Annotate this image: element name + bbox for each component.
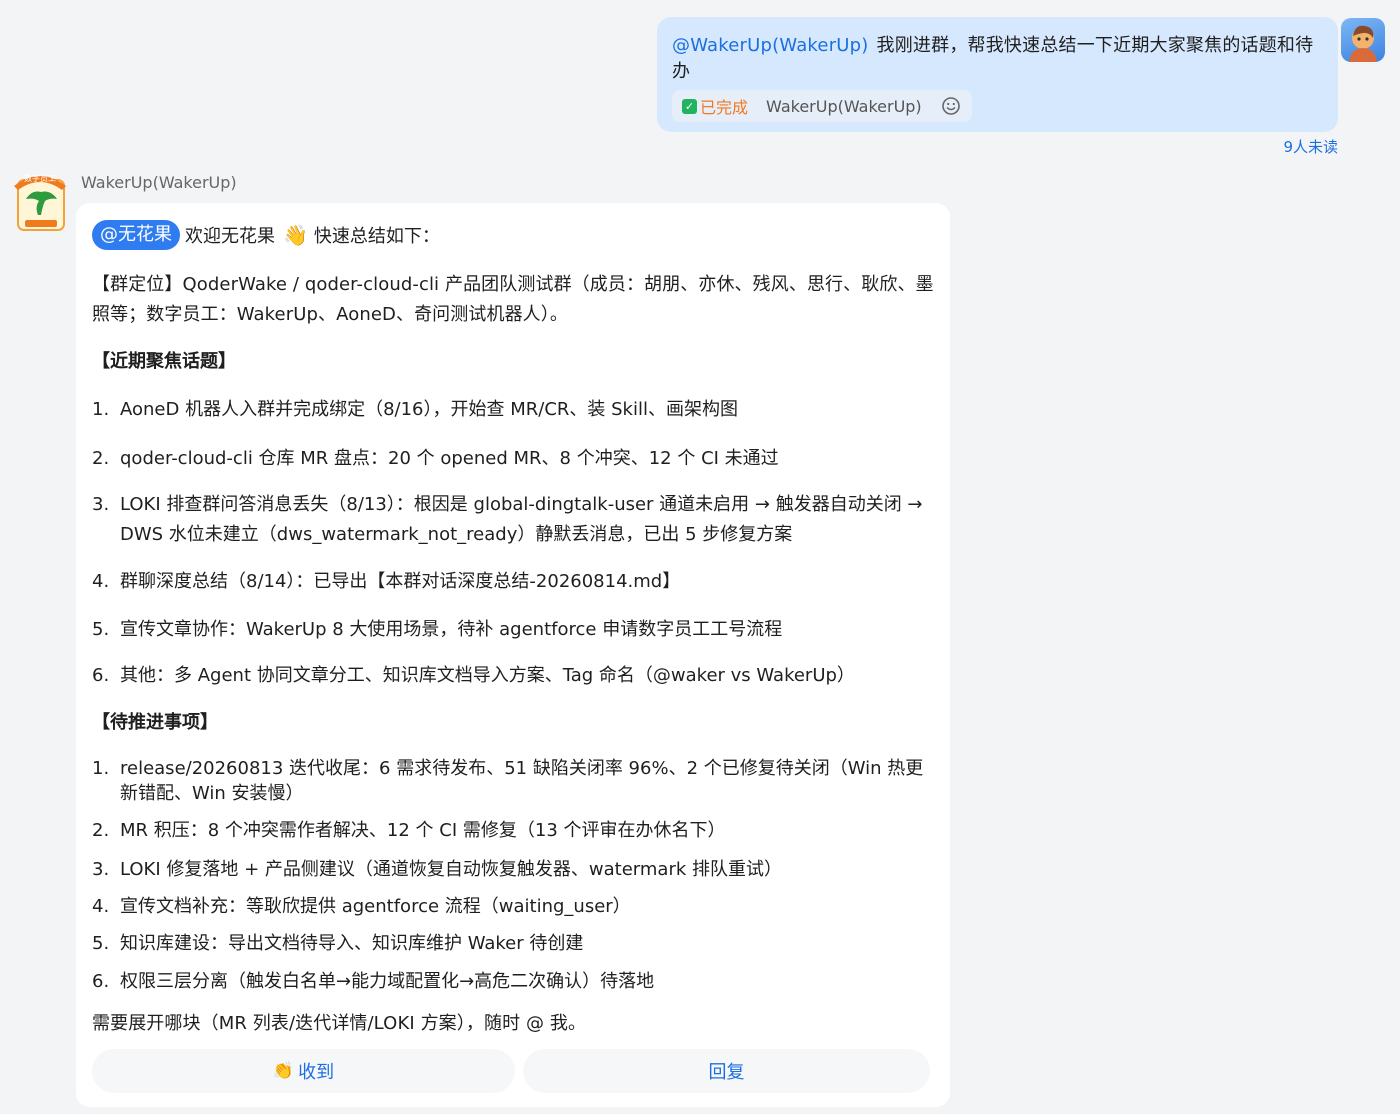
todo-item-number: 6. [92, 971, 110, 992]
sender-name: WakerUp(WakerUp) [81, 173, 237, 192]
topic-item-text: qoder-cloud-cli 仓库 MR 盘点：20 个 opened MR、… [120, 448, 779, 469]
unread-count[interactable]: 9人未读 [1260, 136, 1338, 157]
task-agent-name: WakerUp(WakerUp) [766, 96, 922, 116]
reply-button[interactable]: 回复 [523, 1049, 930, 1093]
clap-hands-icon: 👏 [272, 1061, 295, 1080]
topic-item-text: LOKI 排查群问答消息丢失（8/13）：根因是 global-dingtalk… [120, 494, 923, 545]
incoming-message-card: @无花果 欢迎无花果 👋 快速总结如下： 【群定位】QoderWake / qo… [76, 203, 950, 1107]
todo-item-text: LOKI 修复落地 + 产品侧建议（通道恢复自动恢复触发器、watermark … [120, 859, 782, 880]
acknowledge-button-label: 收到 [298, 1062, 335, 1082]
todo-item-number: 2. [92, 820, 110, 841]
todo-item-number: 3. [92, 859, 110, 880]
acknowledge-button[interactable]: 👏 收到 [92, 1049, 515, 1093]
topic-item-text: 群聊深度总结（8/14）：已导出【本群对话深度总结-20260814.md】 [120, 571, 681, 592]
bot-avatar[interactable]: 数字员工 [12, 168, 68, 234]
greeting-row: @无花果 欢迎无花果 👋 快速总结如下： [92, 220, 440, 250]
topic-item-number: 2. [92, 448, 110, 469]
topic-item-number: 1. [92, 399, 110, 420]
user-avatar[interactable] [1341, 18, 1385, 62]
todo-item-number: 5. [92, 933, 110, 954]
topic-item: 3. LOKI 排查群问答消息丢失（8/13）：根因是 global-dingt… [92, 490, 937, 550]
check-icon: ✓ [682, 98, 697, 114]
outgoing-message-bubble[interactable]: @WakerUp(WakerUp) 我刚进群，帮我快速总结一下近期大家聚焦的话题和… [657, 17, 1338, 132]
task-status-row[interactable]: ✓ 已完成 WakerUp(WakerUp) [672, 90, 972, 122]
todo-item-text: release/20260813 迭代收尾：6 需求待发布、51 缺陷关闭率 9… [120, 758, 924, 804]
todo-item-text: 宣传文档补充：等耿欣提供 agentforce 流程（waiting_user） [120, 896, 631, 917]
todo-item: 3. LOKI 修复落地 + 产品侧建议（通道恢复自动恢复触发器、waterma… [92, 857, 937, 882]
bot-mention-link[interactable]: @WakerUp(WakerUp) [672, 35, 869, 56]
avatar-badge-text: 数字员工 [24, 173, 56, 183]
topic-item-number: 6. [92, 665, 110, 686]
todo-item: 6. 权限三层分离（触发白名单→能力域配置化→高危二次确认）待落地 [92, 969, 937, 994]
emoji-reaction-icon[interactable] [938, 93, 964, 119]
task-status-label: 已完成 [700, 98, 749, 117]
todo-item: 5. 知识库建设：导出文档待导入、知识库维护 Waker 待创建 [92, 931, 937, 956]
todo-item-text: 知识库建设：导出文档待导入、知识库维护 Waker 待创建 [120, 933, 584, 954]
topic-item-number: 3. [92, 494, 110, 515]
topic-item-text: 其他：多 Agent 协同文章分工、知识库文档导入方案、Tag 命名（@wake… [120, 665, 855, 686]
todo-item: 2. MR 积压：8 个冲突需作者解决、12 个 CI 需修复（13 个评审在办… [92, 818, 937, 843]
wave-hand-icon: 👋 [283, 223, 308, 247]
group-position-text: 【群定位】QoderWake / qoder-cloud-cli 产品团队测试群… [92, 274, 934, 325]
todo-item: 1. release/20260813 迭代收尾：6 需求待发布、51 缺陷关闭… [92, 756, 937, 806]
topic-item: 4. 群聊深度总结（8/14）：已导出【本群对话深度总结-20260814.md… [92, 567, 937, 597]
topic-item: 1. AoneD 机器人入群并完成绑定（8/16），开始查 MR/CR、装 Sk… [92, 395, 937, 425]
topic-item-text: AoneD 机器人入群并完成绑定（8/16），开始查 MR/CR、装 Skill… [120, 399, 738, 420]
closing-text: 需要展开哪块（MR 列表/迭代详情/LOKI 方案），随时 @ 我。 [92, 1013, 587, 1034]
topic-item: 6. 其他：多 Agent 协同文章分工、知识库文档导入方案、Tag 命名（@w… [92, 661, 937, 691]
user-mention-pill[interactable]: @无花果 [92, 220, 180, 250]
todo-item: 4. 宣传文档补充：等耿欣提供 agentforce 流程（waiting_us… [92, 894, 937, 919]
topics-section-title: 【近期聚焦话题】 [92, 351, 236, 372]
greeting-text: 欢迎无花果 [185, 226, 275, 247]
topic-item-number: 4. [92, 571, 110, 592]
outgoing-message-text: @WakerUp(WakerUp) 我刚进群，帮我快速总结一下近期大家聚焦的话题和… [672, 33, 1324, 85]
greeting-tail: 快速总结如下： [313, 226, 440, 247]
topic-item: 5. 宣传文章协作：WakerUp 8 大使用场景，待补 agentforce … [92, 615, 937, 645]
chat-window: @WakerUp(WakerUp) 我刚进群，帮我快速总结一下近期大家聚焦的话题和… [0, 0, 1400, 1114]
todo-item-text: MR 积压：8 个冲突需作者解决、12 个 CI 需修复（13 个评审在办休名下… [120, 820, 726, 841]
topic-item-text: 宣传文章协作：WakerUp 8 大使用场景，待补 agentforce 申请数… [120, 619, 783, 640]
todo-item-number: 4. [92, 896, 110, 917]
todo-item-text: 权限三层分离（触发白名单→能力域配置化→高危二次确认）待落地 [120, 971, 655, 992]
reply-button-label: 回复 [708, 1062, 745, 1082]
todo-item-number: 1. [92, 758, 110, 779]
todos-section-title: 【待推进事项】 [92, 712, 218, 733]
topic-item-number: 5. [92, 619, 110, 640]
topic-item: 2. qoder-cloud-cli 仓库 MR 盘点：20 个 opened … [92, 444, 937, 474]
